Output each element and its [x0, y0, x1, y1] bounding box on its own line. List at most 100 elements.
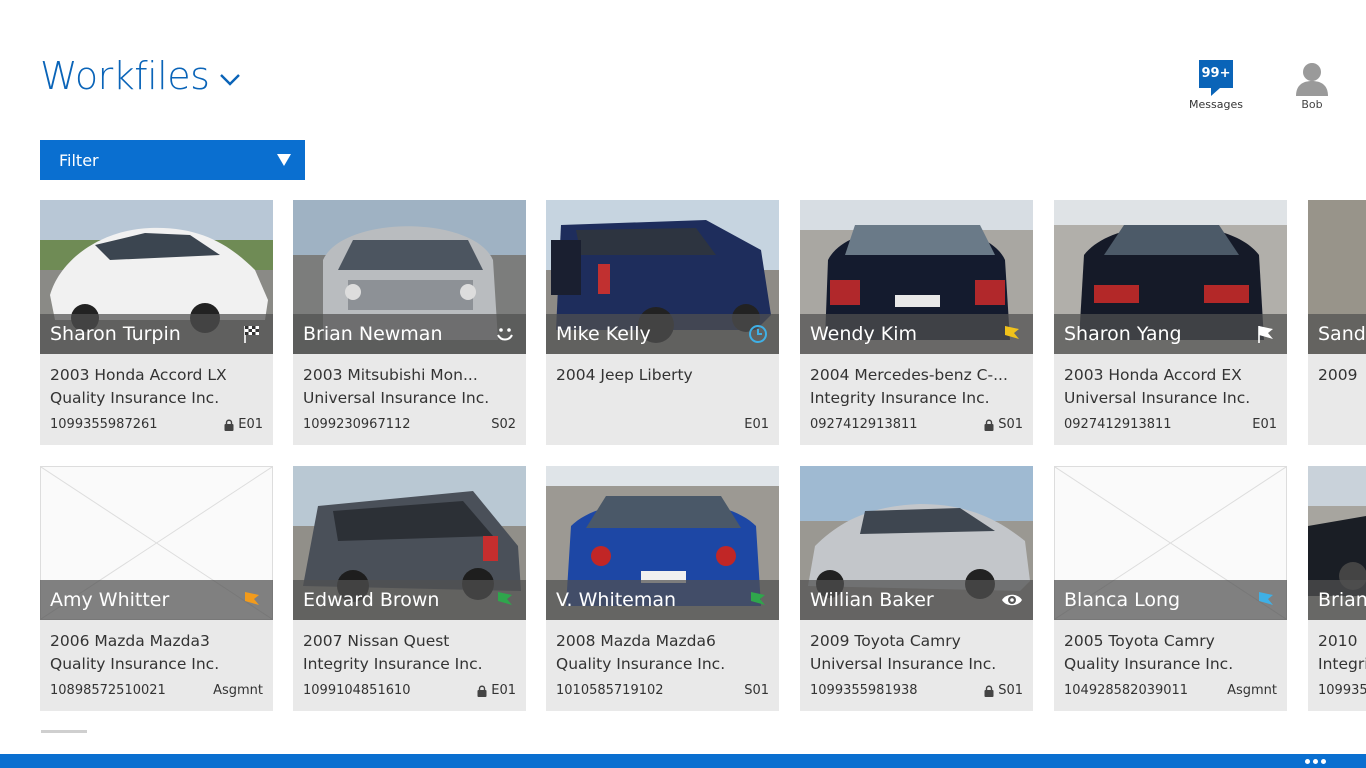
workfile-card[interactable]: Amy Whitter 2006 Mazda Mazda3 Quality Insu…: [40, 466, 273, 711]
workfile-card[interactable]: Brian 2010 Integri 109935: [1308, 466, 1366, 711]
owner-name: Amy Whitter: [50, 589, 170, 611]
owner-name: Brian: [1318, 589, 1366, 611]
insurer-name: Integrity Insurance Inc.: [303, 655, 483, 673]
more-options-icon[interactable]: [1305, 759, 1326, 764]
workfile-card[interactable]: Edward Brown 2007 Nissan Quest Integrity I…: [293, 466, 526, 711]
claim-number: 104928582039011: [1064, 683, 1189, 698]
vehicle-info: 2003 Mitsubishi Mon... Universal Insuranc…: [303, 364, 516, 410]
workfile-card[interactable]: Mike Kelly 2004 Jeep Liberty E01: [546, 200, 779, 445]
claim-number: 0927412913811: [1064, 417, 1172, 432]
owner-name: Sharon Turpin: [50, 323, 181, 345]
vehicle-info: 2004 Mercedes-benz C-... Integrity Insura…: [810, 364, 1023, 410]
owner-name: Willian Baker: [810, 589, 934, 611]
green-flag-icon: [494, 589, 516, 611]
vehicle-description: 2003 Honda Accord EX: [1064, 366, 1242, 384]
messages-button[interactable]: 99+ Messages: [1185, 60, 1247, 111]
owner-name-bar: Brian: [1308, 580, 1366, 620]
vehicle-info: 2007 Nissan Quest Integrity Insurance Inc…: [303, 630, 516, 676]
owner-name: Sharon Yang: [1064, 323, 1182, 345]
workfile-card[interactable]: Sharon Turpin 2003 Honda Accord LX Quality…: [40, 200, 273, 445]
vehicle-description: 2004 Mercedes-benz C-...: [810, 366, 1008, 384]
vehicle-description: 2005 Toyota Camry: [1064, 632, 1215, 650]
assignment-code-wrap: E01: [224, 417, 263, 432]
assignment-code: E01: [491, 683, 516, 698]
workfile-card[interactable]: Blanca Long 2005 Toyota Camry Quality Insu…: [1054, 466, 1287, 711]
avatar-icon: [1296, 63, 1328, 96]
workfile-card[interactable]: Sharon Yang 2003 Honda Accord EX Universal…: [1054, 200, 1287, 445]
eye-icon: [1001, 589, 1023, 611]
vehicle-description: 2008 Mazda Mazda6: [556, 632, 716, 650]
lock-icon: [477, 685, 487, 697]
app-bar[interactable]: [0, 754, 1366, 768]
workfile-card[interactable]: Willian Baker 2009 Toyota Camry Universal …: [800, 466, 1033, 711]
clock-icon: [747, 323, 769, 345]
vehicle-description: 2010: [1318, 632, 1358, 650]
owner-name: Edward Brown: [303, 589, 440, 611]
claim-meta: 1099355981938 S01: [810, 683, 1023, 698]
workfile-card[interactable]: V. Whiteman 2008 Mazda Mazda6 Quality Insu…: [546, 466, 779, 711]
owner-name-bar: Blanca Long: [1054, 580, 1287, 620]
assignment-code: Asgmnt: [1227, 683, 1277, 698]
assignment-code-wrap: Asgmnt: [213, 683, 263, 698]
insurer-name: Integri: [1318, 655, 1366, 673]
claim-number: 0927412913811: [810, 417, 918, 432]
claim-meta: 1099230967112 S02: [303, 417, 516, 432]
vehicle-description: 2006 Mazda Mazda3: [50, 632, 210, 650]
orange-flag-icon: [241, 589, 263, 611]
user-account-button[interactable]: Bob: [1288, 60, 1336, 111]
vehicle-description: 2003 Mitsubishi Mon...: [303, 366, 478, 384]
vehicle-info: 2003 Honda Accord EX Universal Insurance …: [1064, 364, 1277, 410]
page-title: Workfiles: [40, 54, 210, 98]
assignment-code-wrap: E01: [744, 417, 769, 432]
vehicle-info: 2004 Jeep Liberty: [556, 364, 769, 387]
smiley-icon: [494, 323, 516, 345]
vehicle-description: 2004 Jeep Liberty: [556, 366, 693, 384]
insurer-name: Universal Insurance Inc.: [303, 389, 490, 407]
vehicle-info: 2008 Mazda Mazda6 Quality Insurance Inc.: [556, 630, 769, 676]
vehicle-info: 2010 Integri: [1318, 630, 1366, 676]
assignment-code-wrap: S01: [984, 683, 1023, 698]
yellow-flag-icon: [1001, 323, 1023, 345]
workfile-card[interactable]: Sandy 2009: [1308, 200, 1366, 445]
claim-meta: 1099104851610 E01: [303, 683, 516, 698]
checkered-flag-icon: [241, 323, 263, 345]
lock-icon: [224, 419, 234, 431]
assignment-code: S01: [998, 417, 1023, 432]
claim-meta: 104928582039011 Asgmnt: [1064, 683, 1277, 698]
green-flag-icon: [747, 589, 769, 611]
owner-name-bar: V. Whiteman: [546, 580, 779, 620]
claim-number: 1099230967112: [303, 417, 411, 432]
owner-name-bar: Sharon Turpin: [40, 314, 273, 354]
insurer-name: Integrity Insurance Inc.: [810, 389, 990, 407]
assignment-code: S01: [998, 683, 1023, 698]
blue-flag-icon: [1255, 589, 1277, 611]
claim-number: 10898572510021: [50, 683, 166, 698]
filter-dropdown[interactable]: Filter: [40, 140, 305, 180]
assignment-code-wrap: E01: [1252, 417, 1277, 432]
assignment-code: S02: [491, 417, 516, 432]
workfile-card[interactable]: Brian Newman 2003 Mitsubishi Mon... Univer…: [293, 200, 526, 445]
vehicle-description: 2007 Nissan Quest: [303, 632, 450, 650]
owner-name: V. Whiteman: [556, 589, 677, 611]
owner-name: Wendy Kim: [810, 323, 917, 345]
owner-name: Blanca Long: [1064, 589, 1181, 611]
scroll-indicator[interactable]: [41, 730, 87, 733]
insurer-name: Quality Insurance Inc.: [1064, 655, 1234, 673]
assignment-code-wrap: S01: [744, 683, 769, 698]
claim-number: 1099355981938: [810, 683, 918, 698]
claim-meta: 10898572510021 Asgmnt: [50, 683, 263, 698]
vehicle-info: 2009 Toyota Camry Universal Insurance Inc…: [810, 630, 1023, 676]
messages-badge: 99+: [1199, 60, 1233, 96]
claim-meta: 0927412913811 E01: [1064, 417, 1277, 432]
owner-name: Brian Newman: [303, 323, 443, 345]
insurer-name: Universal Insurance Inc.: [810, 655, 997, 673]
owner-name-bar: Mike Kelly: [546, 314, 779, 354]
page-title-dropdown[interactable]: Workfiles: [40, 54, 241, 98]
vehicle-description: 2003 Honda Accord LX: [50, 366, 227, 384]
filter-label: Filter: [59, 150, 99, 170]
insurer-name: Quality Insurance Inc.: [50, 655, 220, 673]
vehicle-description: 2009: [1318, 366, 1358, 384]
white-flag-icon: [1255, 323, 1277, 345]
workfile-card[interactable]: Wendy Kim 2004 Mercedes-benz C-... Integri…: [800, 200, 1033, 445]
assignment-code-wrap: Asgmnt: [1227, 683, 1277, 698]
